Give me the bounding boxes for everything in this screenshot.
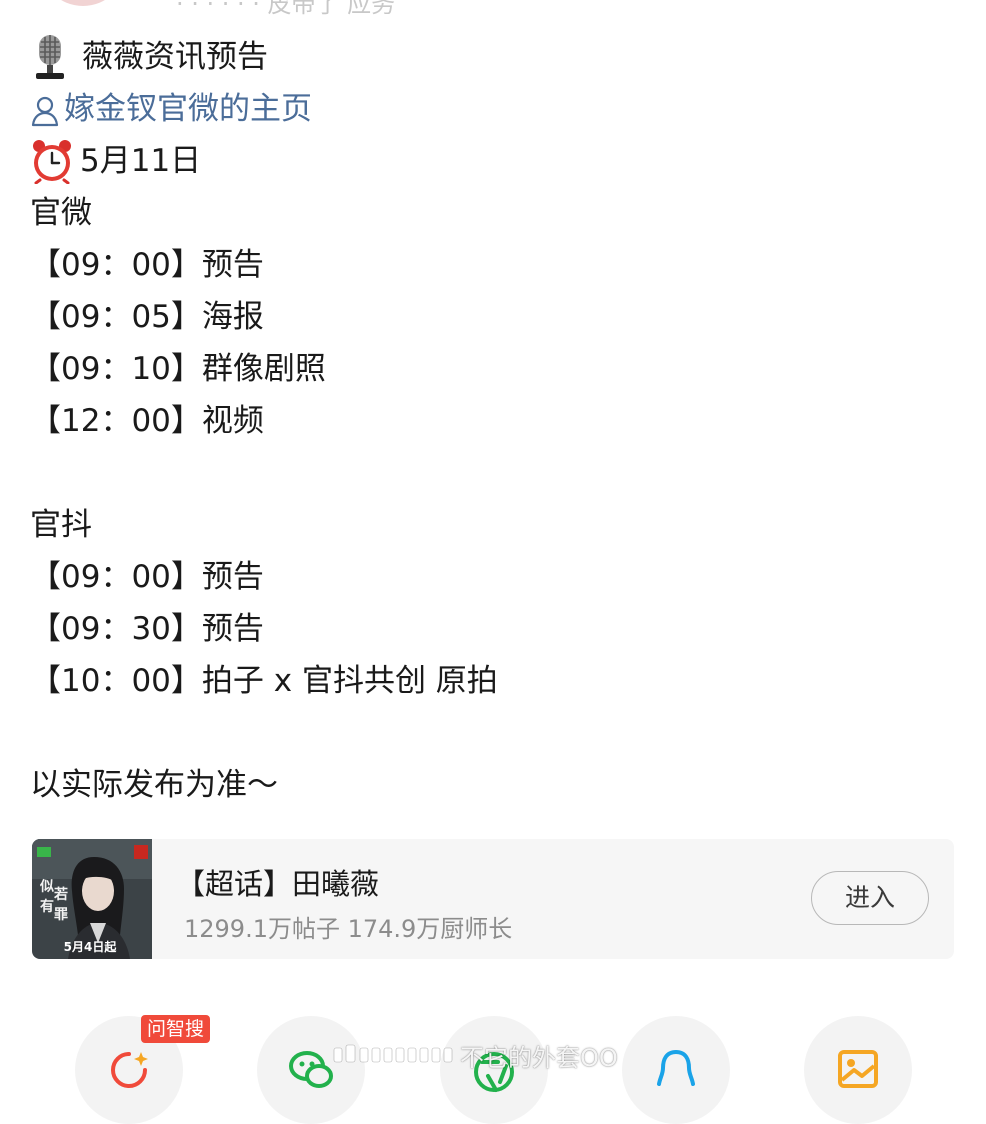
user-icon: [30, 92, 60, 127]
post-body: 薇薇资讯预告 嫁金钗官微的主页 5月11日 官微 【09：00】预告 【09：0…: [30, 31, 960, 811]
share-wechat-button[interactable]: [257, 1016, 365, 1124]
image-icon: [838, 1050, 878, 1088]
watermark-text: 不它的外套OO: [460, 1044, 618, 1072]
post-line: 官微: [30, 195, 92, 231]
post-date: 5月11日: [80, 143, 202, 179]
topic-cover-image: 似 若 有 罪 5月4日起: [32, 839, 152, 959]
ai-search-icon: [111, 1052, 148, 1088]
svg-text:若: 若: [53, 886, 68, 903]
qq-icon: [657, 1050, 695, 1086]
enter-topic-button[interactable]: 进入: [811, 871, 929, 925]
post-line: 官抖: [30, 507, 92, 543]
post-line: 【09：00】预告: [30, 559, 264, 595]
post-line: 【09：05】海报: [30, 299, 264, 335]
share-save-image-button[interactable]: [804, 1016, 912, 1124]
post-line-blank: [30, 447, 960, 499]
post-heading: 薇薇资讯预告: [82, 39, 268, 75]
post-line: 【09：10】群像剧照: [30, 351, 326, 387]
share-qq-button[interactable]: [622, 1016, 730, 1124]
watermark-logo-icon: [333, 1044, 453, 1063]
post-line-blank: [30, 707, 960, 759]
svg-text:罪: 罪: [54, 907, 68, 923]
post-line: 【09：00】预告: [30, 247, 264, 283]
post-line: 【10：00】拍子 x 官抖共创 原拍: [30, 663, 498, 699]
alarm-clock-icon: [30, 138, 74, 185]
post-line: 以实际发布为准～: [30, 767, 278, 803]
ai-search-badge: 问智搜: [141, 1015, 211, 1043]
profile-link[interactable]: 嫁金钗官微的主页: [30, 83, 960, 135]
post-line: 【12：00】视频: [30, 403, 264, 439]
post-line: 【09：30】预告: [30, 611, 264, 647]
microphone-icon: [30, 33, 70, 81]
post-meta: · · · · · · 皮带了 应务: [176, 0, 396, 18]
super-topic-card[interactable]: 似 若 有 罪 5月4日起 【超话】田曦薇 1299.1万帖子 174.9万厨师…: [32, 839, 954, 959]
topic-title: 【超话】田曦薇: [176, 867, 380, 901]
topic-stats: 1299.1万帖子 174.9万厨师长: [184, 915, 513, 943]
post-line: 薇薇资讯预告: [30, 31, 960, 83]
wechat-icon: [289, 1051, 333, 1088]
author-avatar[interactable]: [40, 0, 126, 6]
svg-text:似: 似: [39, 879, 54, 895]
svg-text:有: 有: [40, 898, 54, 915]
profile-link-label[interactable]: 嫁金钗官微的主页: [64, 83, 312, 135]
post-line: 5月11日: [30, 135, 960, 187]
thumb-badge: 5月4日起: [64, 939, 118, 954]
